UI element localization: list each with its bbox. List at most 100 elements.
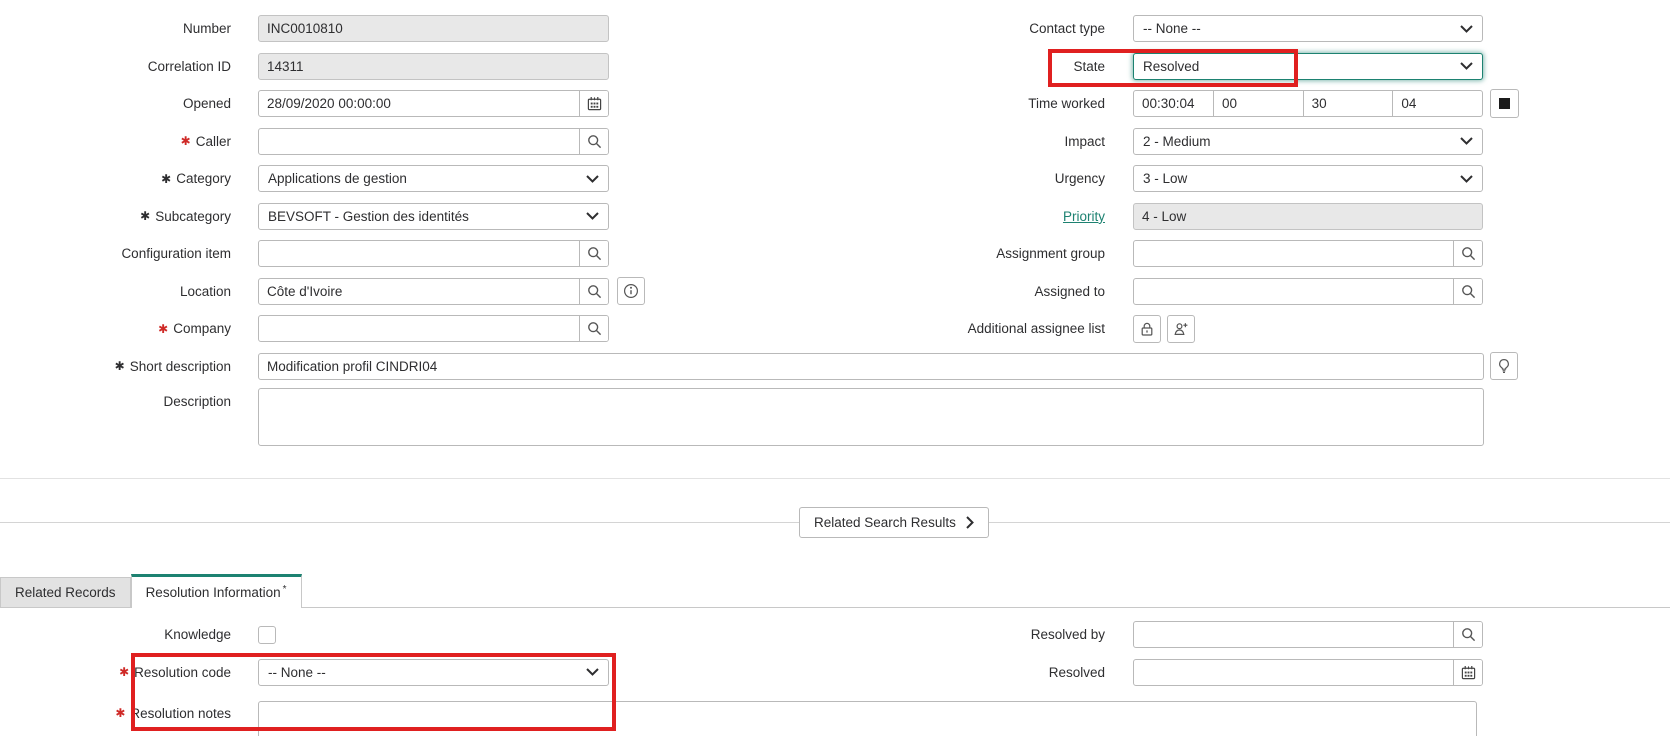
short-description-label: ✱ Short description xyxy=(114,358,231,374)
correlation-id-label: Correlation ID xyxy=(147,58,231,74)
caller-field-group xyxy=(258,127,609,155)
impact-label: Impact xyxy=(1064,133,1105,149)
assignment-group-field-group xyxy=(1133,240,1483,268)
location-search-button[interactable] xyxy=(579,278,608,304)
resolution-notes-label: ✱ Resolution notes xyxy=(115,705,231,721)
chevron-down-icon xyxy=(586,668,599,677)
resolution-notes-textarea[interactable] xyxy=(258,701,1477,736)
related-search-results-button[interactable]: Related Search Results xyxy=(799,507,989,538)
resolved-field-group xyxy=(1133,658,1483,686)
related-search-band: Related Search Results xyxy=(0,491,1670,553)
chevron-down-icon xyxy=(1460,175,1473,183)
person-add-icon xyxy=(1173,321,1189,337)
calendar-icon xyxy=(1461,665,1476,680)
incident-form-page: Number Contact type -- None -- Correlati… xyxy=(0,0,1670,736)
assignment-group-search-button[interactable] xyxy=(1453,241,1482,267)
chevron-down-icon xyxy=(1460,62,1473,71)
lock-icon xyxy=(1139,321,1155,337)
state-select[interactable]: Resolved xyxy=(1133,52,1483,80)
time-worked-hours-input[interactable] xyxy=(1214,91,1304,117)
time-worked-stop-button[interactable] xyxy=(1490,89,1519,119)
time-worked-label: Time worked xyxy=(1028,96,1105,112)
knowledge-checkbox[interactable] xyxy=(258,625,276,644)
search-icon xyxy=(1461,284,1476,299)
incident-form: Number Contact type -- None -- Correlati… xyxy=(0,0,1670,453)
location-label: Location xyxy=(179,283,231,299)
stop-icon xyxy=(1499,98,1510,110)
tab-related-records[interactable]: Related Records xyxy=(0,577,131,607)
resolved-label: Resolved xyxy=(1048,664,1105,680)
configuration-item-input[interactable] xyxy=(259,241,579,267)
search-icon xyxy=(1461,246,1476,261)
location-input[interactable] xyxy=(259,278,579,304)
tab-required-marker: * xyxy=(282,584,287,595)
additional-assignee-list-label: Additional assignee list xyxy=(967,321,1105,337)
lightbulb-icon xyxy=(1496,358,1512,374)
mandatory-icon: ✱ xyxy=(161,171,172,186)
chevron-down-icon xyxy=(586,212,599,221)
description-label: Description xyxy=(163,394,231,409)
urgency-select[interactable]: 3 - Low xyxy=(1133,165,1483,193)
search-icon xyxy=(587,321,602,336)
category-select[interactable]: Applications de gestion xyxy=(258,165,609,193)
configuration-item-search-button[interactable] xyxy=(579,241,608,267)
mandatory-icon: ✱ xyxy=(158,321,169,336)
resolved-by-input[interactable] xyxy=(1134,622,1453,648)
number-label: Number xyxy=(182,21,231,37)
contact-type-select[interactable]: -- None -- xyxy=(1133,15,1483,43)
resolved-by-search-button[interactable] xyxy=(1453,622,1482,648)
caller-input[interactable] xyxy=(259,128,579,154)
location-info-button[interactable] xyxy=(617,277,645,306)
resolved-calendar-button[interactable] xyxy=(1453,659,1482,685)
search-icon xyxy=(587,284,602,299)
add-assignee-button[interactable] xyxy=(1167,314,1195,343)
search-icon xyxy=(1461,627,1476,642)
time-worked-total: 00:30:04 xyxy=(1134,91,1214,117)
subcategory-label: ✱ Subcategory xyxy=(140,208,231,224)
time-worked-minutes-input[interactable] xyxy=(1303,91,1394,117)
company-input[interactable] xyxy=(259,316,579,342)
resolved-input[interactable] xyxy=(1134,659,1453,685)
assignment-group-input[interactable] xyxy=(1134,241,1453,267)
assigned-to-input[interactable] xyxy=(1134,278,1453,304)
mandatory-icon: ✱ xyxy=(180,134,191,149)
mandatory-icon: ✱ xyxy=(119,665,130,680)
resolution-code-select[interactable]: -- None -- xyxy=(258,658,609,686)
correlation-id-input xyxy=(258,52,609,80)
mandatory-icon: ✱ xyxy=(114,359,125,374)
opened-calendar-button[interactable] xyxy=(579,91,608,117)
location-field-group xyxy=(258,277,609,305)
category-label: ✱ Category xyxy=(161,171,231,187)
opened-label: Opened xyxy=(182,96,231,112)
company-search-button[interactable] xyxy=(579,316,608,342)
resolved-by-label: Resolved by xyxy=(1030,627,1105,643)
knowledge-label: Knowledge xyxy=(164,627,231,643)
additional-assignee-lock-button[interactable] xyxy=(1133,314,1161,343)
company-label: ✱ Company xyxy=(158,321,231,337)
suggestion-lightbulb-button[interactable] xyxy=(1490,352,1518,381)
calendar-icon xyxy=(587,96,602,111)
resolution-information-section: Knowledge Resolved by ✱ Resolution code -… xyxy=(0,608,1670,736)
chevron-down-icon xyxy=(586,175,599,183)
assigned-to-search-button[interactable] xyxy=(1453,278,1482,304)
chevron-down-icon xyxy=(1460,137,1473,146)
opened-input[interactable] xyxy=(259,91,579,117)
urgency-label: Urgency xyxy=(1054,171,1105,187)
subcategory-select[interactable]: BEVSOFT - Gestion des identités xyxy=(258,202,609,230)
configuration-item-label: Configuration item xyxy=(121,246,231,262)
search-icon xyxy=(587,134,602,149)
short-description-input[interactable] xyxy=(258,352,1484,380)
resolved-by-field-group xyxy=(1133,621,1483,649)
section-divider xyxy=(0,478,1670,479)
impact-select[interactable]: 2 - Medium xyxy=(1133,127,1483,155)
caller-search-button[interactable] xyxy=(579,128,608,154)
tab-strip: Related Records Resolution Information * xyxy=(0,574,1670,608)
resolution-code-label: ✱ Resolution code xyxy=(119,664,231,680)
description-textarea[interactable] xyxy=(258,388,1484,446)
search-icon xyxy=(587,246,602,261)
chevron-right-icon xyxy=(966,516,974,529)
priority-link[interactable]: Priority xyxy=(1063,209,1105,224)
tab-resolution-information[interactable]: Resolution Information * xyxy=(130,574,302,608)
chevron-down-icon xyxy=(1460,25,1473,33)
contact-type-label: Contact type xyxy=(1029,21,1105,37)
